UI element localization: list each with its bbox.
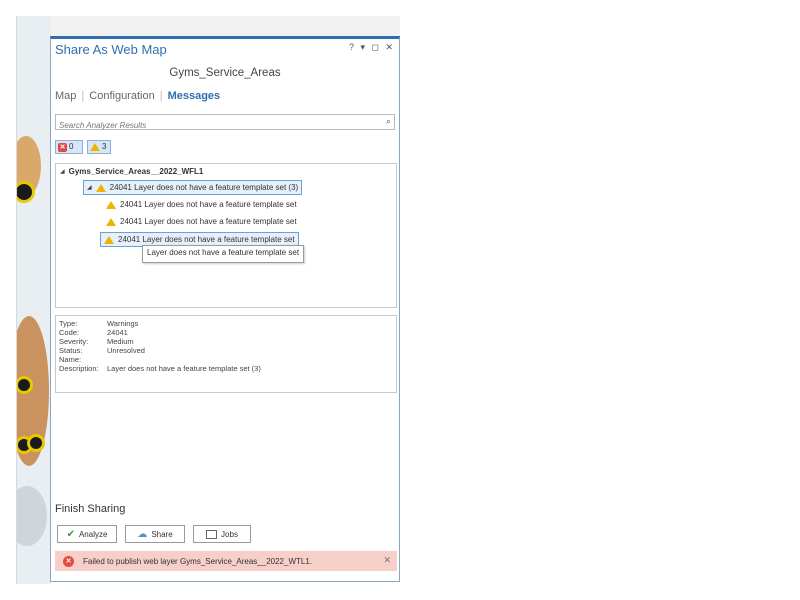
warnings-filter-toggle[interactable]: 3 xyxy=(87,140,111,154)
error-banner-text: Failed to publish web layer Gyms_Service… xyxy=(83,556,313,566)
tab-map[interactable]: Map xyxy=(55,90,76,102)
tree-item-label: 24041 Layer does not have a feature temp… xyxy=(118,234,295,244)
search-box: ⌕ xyxy=(55,114,395,132)
jobs-icon xyxy=(206,529,218,539)
map-feature xyxy=(17,486,47,546)
gym-marker xyxy=(27,434,45,452)
analyzer-results-tree: ◢ Gyms_Service_Areas__2022_WFL1 ◢ 24041 … xyxy=(55,163,397,308)
error-banner: ✕ Failed to publish web layer Gyms_Servi… xyxy=(55,551,397,571)
detail-label-description: Description: xyxy=(59,364,99,373)
detail-value-status: Unresolved xyxy=(107,346,145,355)
checkmark-icon: ✔ xyxy=(66,528,75,540)
tree-group-item[interactable]: ◢ 24041 Layer does not have a feature te… xyxy=(83,180,303,195)
warning-icon xyxy=(95,183,106,192)
error-icon: ✕ xyxy=(58,142,67,152)
window-top-strip xyxy=(16,16,400,38)
tab-separator: | xyxy=(81,90,85,102)
detail-value-severity: Medium xyxy=(107,337,134,346)
warning-icon xyxy=(90,143,100,151)
collapse-triangle-icon[interactable]: ◢ xyxy=(60,166,65,178)
tree-warning-item[interactable]: 24041 Layer does not have a feature temp… xyxy=(106,199,297,211)
tree-item-label: 24041 Layer does not have a feature temp… xyxy=(120,200,297,209)
analyze-button-label: Analyze xyxy=(78,529,108,539)
map-view[interactable] xyxy=(16,16,51,584)
collapse-triangle-icon[interactable]: ◢ xyxy=(87,182,92,194)
jobs-button[interactable]: Jobs xyxy=(193,525,251,543)
detail-value-type: Warnings xyxy=(107,319,139,328)
pane-title: Share As Web Map xyxy=(55,42,167,57)
tab-messages[interactable]: Messages xyxy=(168,90,221,102)
message-details: Type: Warnings Code: 24041 Severity: Med… xyxy=(55,315,397,393)
pane-subtitle: Gyms_Service_Areas xyxy=(169,67,281,79)
share-as-web-map-pane: Share As Web Map ? ▾ ◻ ✕ Gyms_Service_Ar… xyxy=(50,36,400,582)
detail-label-status: Status: xyxy=(59,346,83,355)
tree-root-label: Gyms_Service_Areas__2022_WFL1 xyxy=(68,167,204,176)
analyze-button[interactable]: ✔ Analyze xyxy=(57,525,117,543)
tree-group-label: 24041 Layer does not have a feature temp… xyxy=(109,182,299,192)
pane-window-controls[interactable]: ? ▾ ◻ ✕ xyxy=(349,42,395,53)
gym-marker xyxy=(17,181,35,203)
detail-label-severity: Severity: xyxy=(59,337,89,346)
detail-value-description: Layer does not have a feature template s… xyxy=(107,364,261,373)
cloud-icon: ☁ xyxy=(137,528,148,540)
tree-item-label: 24041 Layer does not have a feature temp… xyxy=(120,217,297,226)
errors-count: 0 xyxy=(69,142,74,151)
tab-configuration[interactable]: Configuration xyxy=(89,90,154,102)
detail-label-code: Code: xyxy=(59,328,80,337)
warning-icon xyxy=(106,218,116,226)
close-icon[interactable]: ✕ xyxy=(383,555,391,566)
tree-warning-item[interactable]: 24041 Layer does not have a feature temp… xyxy=(106,216,297,228)
warning-icon xyxy=(104,235,114,244)
share-button-label: Share xyxy=(151,529,173,539)
finish-sharing-heading: Finish Sharing xyxy=(55,503,126,515)
share-button[interactable]: ☁ Share xyxy=(125,525,185,543)
detail-label-type: Type: xyxy=(59,319,78,328)
errors-filter-toggle[interactable]: ✕ 0 xyxy=(55,140,83,154)
search-input[interactable] xyxy=(56,119,369,132)
detail-value-code: 24041 xyxy=(107,328,128,337)
detail-label-name: Name: xyxy=(59,355,82,364)
tab-separator: | xyxy=(159,90,163,102)
error-circle-icon: ✕ xyxy=(63,555,74,567)
search-icon[interactable]: ⌕ xyxy=(386,116,391,127)
tree-root-item[interactable]: ◢ Gyms_Service_Areas__2022_WFL1 xyxy=(60,166,203,178)
jobs-button-label: Jobs xyxy=(221,529,238,539)
tab-bar: Map | Configuration | Messages xyxy=(55,90,220,102)
warnings-count: 3 xyxy=(102,142,107,151)
tooltip: Layer does not have a feature template s… xyxy=(142,245,305,263)
warning-icon xyxy=(106,201,116,209)
